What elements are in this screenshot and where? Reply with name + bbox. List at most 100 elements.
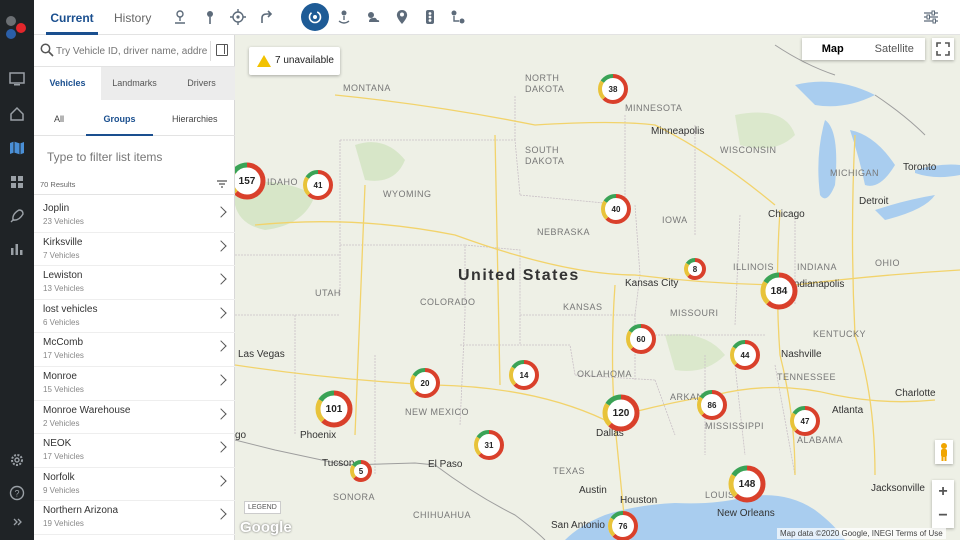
map-view[interactable]: NORTH DAKOTA MONTANA MINNESOTA SOUTH DAKOTA WI… xyxy=(235,35,960,540)
vehicle-cluster-marker[interactable]: 31 xyxy=(473,429,505,461)
zoom-out-button[interactable]: − xyxy=(932,504,954,528)
group-vehicle-count: 2 Vehicles xyxy=(43,418,80,428)
cluster-count: 157 xyxy=(238,175,256,187)
group-vehicle-count: 23 Vehicles xyxy=(43,217,84,226)
panel-tabs: Vehicles Landmarks Drivers xyxy=(34,67,235,100)
vehicle-cluster-marker[interactable]: 148 xyxy=(728,465,766,503)
list-item[interactable]: Norfolk 9 Vehicles xyxy=(34,468,235,502)
redirect-arrow-icon[interactable] xyxy=(258,8,276,26)
map-type-satellite-button[interactable]: Satellite xyxy=(864,38,926,60)
subtab-groups[interactable]: Groups xyxy=(86,100,153,136)
map-icon[interactable] xyxy=(7,138,27,158)
vehicle-cluster-marker[interactable]: 40 xyxy=(600,193,632,225)
search-input[interactable] xyxy=(56,41,208,61)
city-label: Houston xyxy=(620,495,658,506)
list-item[interactable]: Monroe 15 Vehicles xyxy=(34,367,235,401)
street-view-pegman-button[interactable] xyxy=(935,440,953,464)
tab-drivers[interactable]: Drivers xyxy=(168,67,235,100)
state-label: MINNESOTA xyxy=(625,103,683,113)
state-label: DAKOTA xyxy=(525,156,565,166)
pin-icon[interactable] xyxy=(201,8,219,26)
group-name: NEOK xyxy=(43,438,72,450)
route-icon[interactable] xyxy=(449,8,467,26)
chevron-right-icon xyxy=(215,307,227,319)
list-item[interactable]: Joplin 23 Vehicles xyxy=(34,199,235,233)
person-pin-icon[interactable] xyxy=(335,8,353,26)
map-attribution[interactable]: Map data ©2020 Google, INEGI Terms of Us… xyxy=(777,528,946,539)
vehicle-cluster-marker[interactable]: 38 xyxy=(597,73,629,105)
state-label: NEBRASKA xyxy=(537,227,591,237)
state-label: MICHIGAN xyxy=(830,168,879,178)
vehicle-cluster-marker[interactable]: 47 xyxy=(789,405,821,437)
vehicle-cluster-marker[interactable]: 86 xyxy=(696,389,728,421)
zoom-in-button[interactable]: + xyxy=(932,480,954,504)
city-label: Jacksonville xyxy=(871,483,925,494)
filter-list-input[interactable]: Type to filter list items xyxy=(47,150,162,164)
legend-button[interactable]: LEGEND xyxy=(244,501,281,514)
add-location-icon[interactable] xyxy=(171,8,189,26)
settings-gear-icon[interactable] xyxy=(7,450,27,470)
tab-history[interactable]: History xyxy=(114,0,151,35)
state-label: KENTUCKY xyxy=(813,329,867,339)
help-icon[interactable]: ? xyxy=(7,483,27,503)
list-item[interactable]: McComb 17 Vehicles xyxy=(34,333,235,367)
list-item[interactable]: Kirksville 7 Vehicles xyxy=(34,233,235,267)
map-type-map-button[interactable]: Map xyxy=(802,38,864,60)
traffic-icon[interactable] xyxy=(421,8,439,26)
tab-vehicles[interactable]: Vehicles xyxy=(34,67,101,100)
list-item[interactable]: Monroe Warehouse 2 Vehicles xyxy=(34,401,235,435)
location-marker-icon[interactable] xyxy=(393,8,411,26)
vehicle-cluster-marker[interactable]: 44 xyxy=(729,339,761,371)
top-toolbar: Current History xyxy=(34,0,960,35)
vehicle-cluster-marker[interactable]: 20 xyxy=(409,367,441,399)
subtab-all[interactable]: All xyxy=(54,100,64,136)
crosshair-icon[interactable] xyxy=(229,8,247,26)
state-label: OKLAHOMA xyxy=(577,369,633,379)
expand-rail-icon[interactable] xyxy=(7,512,27,532)
vehicle-cluster-marker[interactable]: 120 xyxy=(602,394,640,432)
cluster-count: 47 xyxy=(800,416,810,426)
vehicle-cluster-marker[interactable]: 8 xyxy=(683,257,707,281)
vehicle-cluster-marker[interactable]: 184 xyxy=(760,272,798,310)
search-divider xyxy=(210,41,211,61)
live-tracking-icon[interactable] xyxy=(301,3,329,31)
state-label: CHIHUAHUA xyxy=(413,510,472,520)
map-settings-sliders-icon[interactable] xyxy=(922,8,940,26)
cluster-count: 148 xyxy=(738,478,756,490)
vehicle-cluster-marker[interactable]: 101 xyxy=(315,390,353,428)
rocket-icon[interactable] xyxy=(7,206,27,226)
vehicle-cluster-marker[interactable]: 157 xyxy=(235,162,266,200)
subtab-hierarchies[interactable]: Hierarchies xyxy=(172,100,218,136)
list-item[interactable]: Lewiston 13 Vehicles xyxy=(34,266,235,300)
sort-filter-icon[interactable] xyxy=(216,179,228,189)
group-name: Northern Arizona xyxy=(43,505,119,517)
zoom-control: + − xyxy=(932,480,954,528)
tab-landmarks[interactable]: Landmarks xyxy=(101,67,168,100)
state-label: COLORADO xyxy=(420,297,476,307)
home-icon[interactable] xyxy=(7,104,27,124)
unavailable-badge[interactable]: 7 unavailable xyxy=(249,47,340,75)
tab-current[interactable]: Current xyxy=(46,0,98,35)
fullscreen-button[interactable] xyxy=(932,38,954,60)
vehicle-cluster-marker[interactable]: 60 xyxy=(625,323,657,355)
state-label: DAKOTA xyxy=(525,84,565,94)
vehicle-cluster-marker[interactable]: 76 xyxy=(607,510,639,540)
monitor-icon[interactable] xyxy=(7,69,27,89)
collapse-panel-icon[interactable] xyxy=(216,44,228,56)
state-label: TEXAS xyxy=(553,466,586,476)
cluster-count: 120 xyxy=(612,407,630,419)
city-label: Minneapolis xyxy=(651,126,705,137)
dashboard-icon[interactable] xyxy=(7,172,27,192)
list-item[interactable]: NEOK 17 Vehicles xyxy=(34,434,235,468)
vehicle-cluster-marker[interactable]: 41 xyxy=(302,169,334,201)
list-item[interactable]: Northern Arizona 19 Vehicles xyxy=(34,501,235,535)
reports-chart-icon[interactable] xyxy=(7,239,27,259)
vehicle-cluster-marker[interactable]: 5 xyxy=(349,459,373,483)
weather-icon[interactable] xyxy=(364,8,382,26)
group-name: Monroe Warehouse xyxy=(43,404,131,416)
chevron-right-icon xyxy=(215,475,227,487)
state-label: IDAHO xyxy=(267,177,299,187)
vehicle-cluster-marker[interactable]: 14 xyxy=(508,359,540,391)
list-item[interactable]: lost vehicles 6 Vehicles xyxy=(34,300,235,334)
search-bar xyxy=(34,35,235,67)
